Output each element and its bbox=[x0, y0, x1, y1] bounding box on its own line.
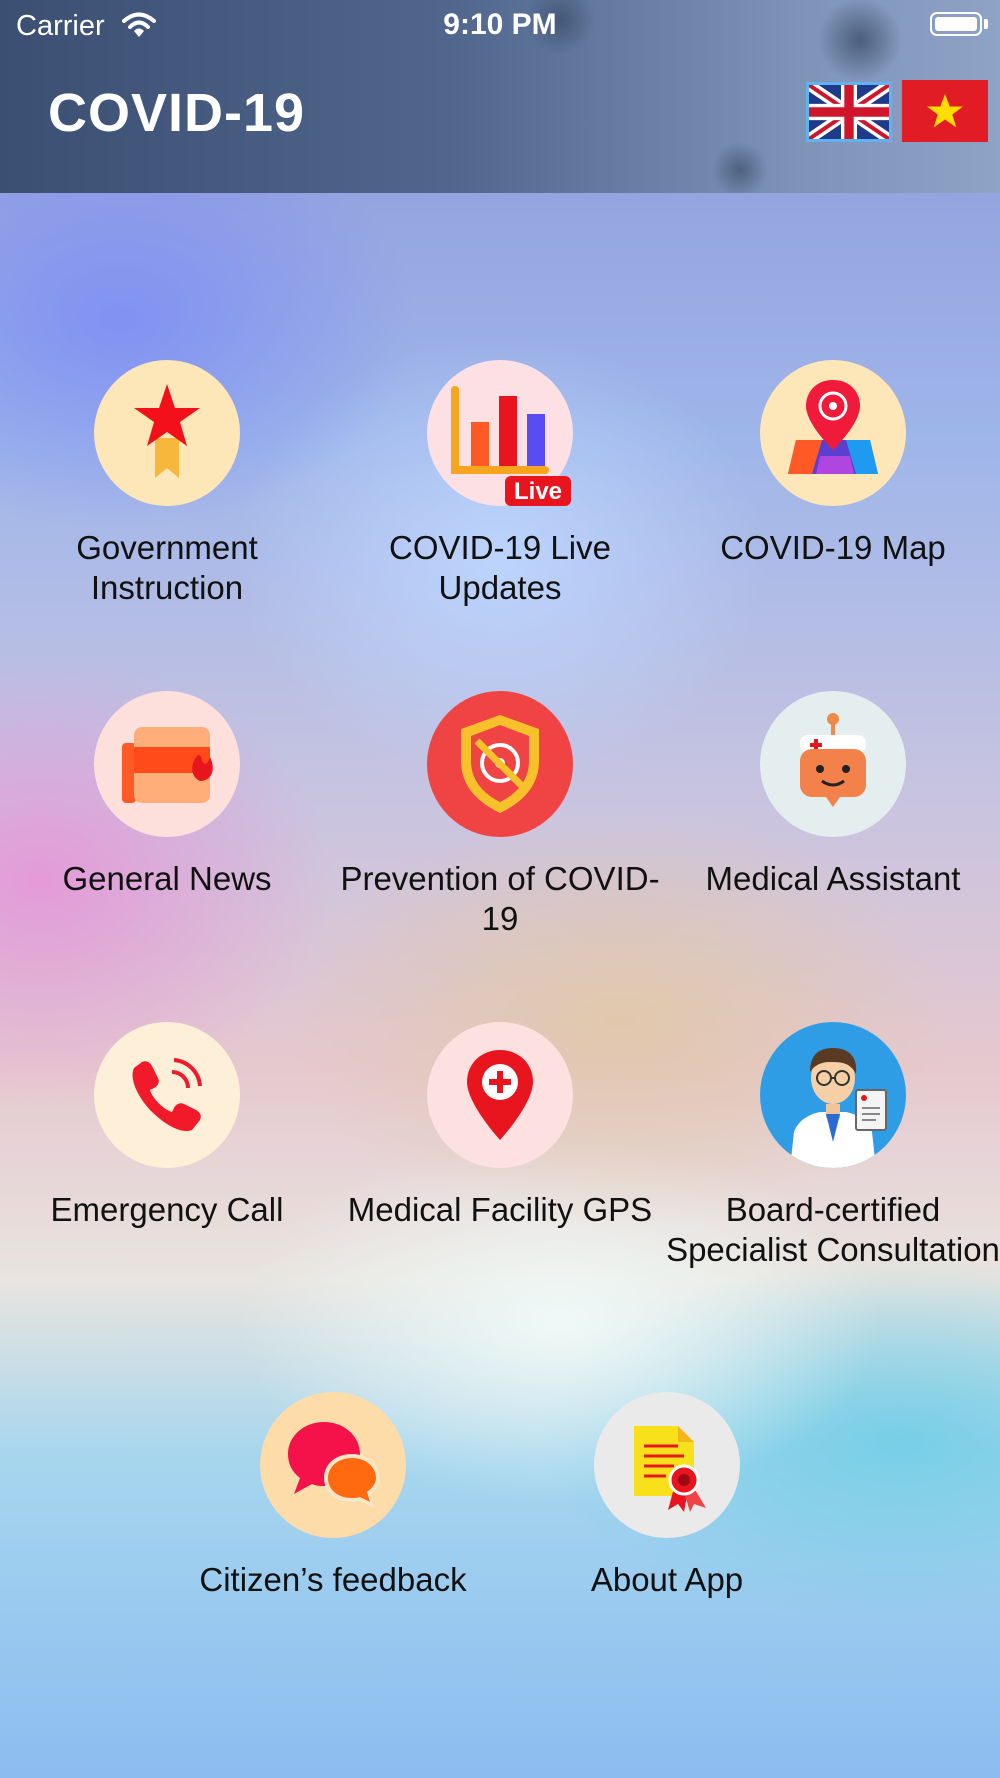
certificate-icon bbox=[594, 1392, 740, 1538]
bar-chart-icon: Live bbox=[427, 360, 573, 506]
menu-item-label: COVID-19 Live Updates bbox=[389, 529, 611, 606]
chat-bubbles-icon bbox=[260, 1392, 406, 1538]
phone-icon bbox=[94, 1022, 240, 1168]
menu-item-label: Emergency Call bbox=[50, 1191, 284, 1228]
menu-item-label: Medical Assistant bbox=[705, 860, 961, 897]
virus-shield-icon bbox=[427, 691, 573, 837]
battery-icon bbox=[930, 12, 982, 36]
medical-location-icon bbox=[427, 1022, 573, 1168]
menu-item-label: Prevention of COVID-19 bbox=[340, 860, 660, 937]
star-medal-icon bbox=[94, 360, 240, 506]
menu-item-general-news[interactable]: General News bbox=[0, 691, 334, 899]
map-pin-icon bbox=[760, 360, 906, 506]
menu-item-prevention[interactable]: Prevention of COVID-19 bbox=[333, 691, 667, 939]
app-header: Carrier 9:10 PM COVID-19 bbox=[0, 0, 1000, 193]
menu-item-label: About App bbox=[590, 1561, 744, 1598]
menu-item-covid-map[interactable]: COVID-19 Map bbox=[666, 360, 1000, 568]
live-badge: Live bbox=[514, 478, 562, 505]
menu-item-about-app[interactable]: About App bbox=[500, 1392, 834, 1600]
menu-item-label: Government Instruction bbox=[76, 529, 258, 606]
menu-item-label: General News bbox=[62, 860, 272, 897]
menu-item-medical-gps[interactable]: Medical Facility GPS bbox=[333, 1022, 667, 1230]
uk-flag-icon[interactable] bbox=[806, 82, 892, 142]
menu-item-label: Citizen’s feedback bbox=[199, 1561, 467, 1598]
menu-item-live-updates[interactable]: Live COVID-19 Live Updates bbox=[333, 360, 667, 608]
page-title: COVID-19 bbox=[48, 83, 306, 143]
vietnam-flag-icon[interactable] bbox=[902, 80, 988, 142]
battery-tip bbox=[984, 19, 988, 29]
menu-item-emergency-call[interactable]: Emergency Call bbox=[0, 1022, 334, 1230]
doctor-icon bbox=[760, 1022, 906, 1168]
menu-item-label: Board-certified Specialist Consultation bbox=[666, 1191, 1000, 1268]
menu-item-label: COVID-19 Map bbox=[720, 529, 946, 566]
clock: 9:10 PM bbox=[443, 8, 557, 41]
newspaper-icon bbox=[94, 691, 240, 837]
menu-item-medical-assistant[interactable]: Medical Assistant bbox=[666, 691, 1000, 899]
menu-item-government-instruction[interactable]: Government Instruction bbox=[0, 360, 334, 608]
menu-item-citizen-feedback[interactable]: Citizen’s feedback bbox=[166, 1392, 500, 1600]
nurse-bot-icon bbox=[760, 691, 906, 837]
status-bar: Carrier 9:10 PM bbox=[0, 0, 1000, 50]
menu-item-label: Medical Facility GPS bbox=[347, 1191, 653, 1228]
menu-item-specialist-consultation[interactable]: Board-certified Specialist Consultation bbox=[666, 1022, 1000, 1270]
